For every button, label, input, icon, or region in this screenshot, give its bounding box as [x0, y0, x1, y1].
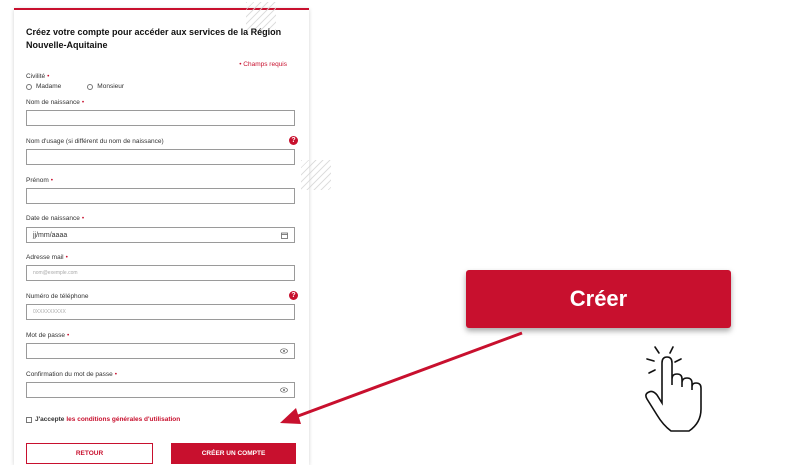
password-input[interactable]: [26, 343, 295, 359]
radio-circle[interactable]: [26, 83, 32, 90]
password-confirm-input[interactable]: [26, 382, 295, 398]
birth-name-label: Nom de naissance •: [26, 99, 85, 106]
first-name-input[interactable]: [26, 188, 295, 204]
civility-label: Civilité •: [26, 73, 50, 80]
birth-date-input[interactable]: jj/mm/aaaa: [26, 227, 295, 243]
signup-form-card: Créez votre compte pour accéder aux serv…: [14, 2, 331, 465]
birth-date-placeholder: jj/mm/aaaa: [33, 231, 68, 239]
phone-placeholder: 0XXXXXXXXX: [33, 309, 66, 315]
back-button[interactable]: RETOUR: [26, 443, 153, 464]
email-input[interactable]: nom@exemple.com: [26, 265, 295, 281]
email-label: Adresse mail •: [26, 254, 68, 261]
radio-monsieur-label: Monsieur: [97, 83, 125, 90]
first-name-label: Prénom •: [26, 177, 54, 184]
terms-checkbox[interactable]: [26, 416, 32, 423]
eye-icon[interactable]: [280, 347, 288, 355]
create-callout-button: Créer: [466, 270, 731, 328]
calendar-icon[interactable]: [280, 231, 288, 239]
terms-prefix: J'accepte: [35, 416, 65, 423]
phone-label: Numéro de téléphone: [26, 293, 89, 300]
required-note: • Champs requis: [239, 61, 287, 68]
civility-radio-group: Madame Monsieur: [26, 83, 150, 90]
form-title: Créez votre compte pour accéder aux serv…: [26, 27, 282, 50]
birth-date-label: Date de naissance •: [26, 215, 85, 222]
decorative-hatch: [301, 160, 331, 190]
phone-help-icon[interactable]: ?: [289, 291, 298, 300]
password-confirm-label: Confirmation du mot de passe •: [26, 371, 117, 378]
eye-icon[interactable]: [280, 386, 288, 394]
password-label: Mot de passe •: [26, 332, 70, 339]
radio-madame-label: Madame: [36, 83, 62, 90]
usage-name-input[interactable]: [26, 149, 295, 165]
radio-monsieur[interactable]: Monsieur: [87, 83, 124, 90]
phone-input[interactable]: 0XXXXXXXXX: [26, 304, 295, 320]
radio-madame[interactable]: Madame: [26, 83, 61, 90]
terms-row: J'accepte les conditions générales d'uti…: [26, 416, 180, 423]
usage-name-label: Nom d'usage (si différent du nom de nais…: [26, 138, 164, 145]
radio-circle[interactable]: [87, 83, 94, 90]
email-placeholder: nom@exemple.com: [33, 270, 78, 276]
create-account-button[interactable]: CRÉER UN COMPTE: [171, 443, 296, 464]
usage-name-help-icon[interactable]: ?: [289, 136, 298, 145]
pointing-hand-icon: [633, 337, 723, 437]
terms-link[interactable]: les conditions générales d'utilisation: [66, 416, 180, 423]
birth-name-input[interactable]: [26, 110, 295, 126]
